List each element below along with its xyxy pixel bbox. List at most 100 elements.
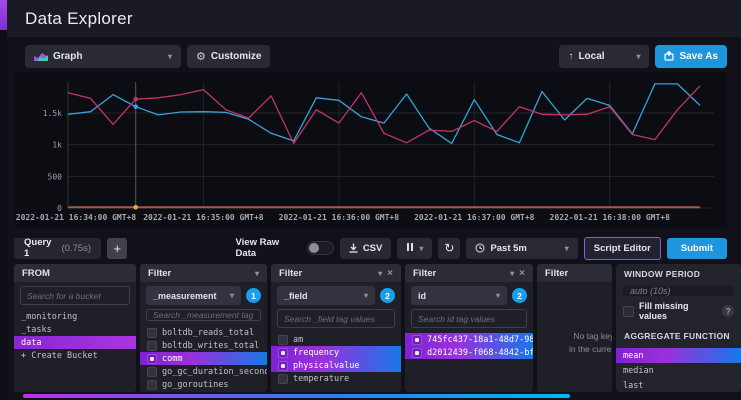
list-item[interactable]: _tasks <box>14 323 136 336</box>
close-icon[interactable]: × <box>387 268 393 279</box>
pause-button[interactable]: ▾ <box>397 238 432 259</box>
view-raw-data-toggle[interactable] <box>307 241 334 255</box>
csv-download-button[interactable]: CSV <box>340 238 392 259</box>
filter-panel-field: Filter ▾ × _field ▾ 2 amfrequencyphysica… <box>271 264 401 392</box>
chevron-down-icon: ▾ <box>565 244 569 253</box>
crosshair-dot-orange <box>133 205 138 210</box>
visualization-type-dropdown[interactable]: Graph ▾ <box>25 45 181 68</box>
list-item[interactable]: _monitoring <box>14 310 136 323</box>
list-item-label: d2012439-f068-4842-bfef-8… <box>427 348 533 358</box>
local-dropdown[interactable]: ↑ Local ▾ <box>559 45 649 68</box>
view-raw-data-label: View Raw Data <box>235 237 300 259</box>
gear-icon: ⚙ <box>196 50 206 63</box>
selected-count-badge: 2 <box>380 288 395 303</box>
list-item-label: go_goroutines <box>162 380 229 390</box>
list-item[interactable]: physicalvalue <box>271 359 401 372</box>
tag-key-label: _measurement <box>153 291 217 301</box>
help-icon[interactable]: ? <box>722 305 734 317</box>
checkbox[interactable] <box>147 354 157 364</box>
time-series-chart[interactable]: 05001k1.5k2022-01-21 16:34:00 GMT+82022-… <box>14 72 727 228</box>
checkbox[interactable] <box>412 348 422 358</box>
data-explorer-screen: Data Explorer Graph ▾ ⚙ Customize ↑ Loca… <box>0 0 741 400</box>
checkbox[interactable] <box>278 348 288 358</box>
bucket-search-input[interactable] <box>20 286 130 305</box>
refresh-button[interactable]: ↻ <box>438 238 460 259</box>
list-item[interactable]: mean <box>616 348 741 363</box>
list-item[interactable]: boltdb_reads_total <box>140 326 267 339</box>
filter-panel-header: Filter ▾ × <box>271 264 401 282</box>
close-icon[interactable]: × <box>519 268 525 279</box>
id-search-input[interactable] <box>411 309 527 328</box>
crosshair-dot-blue <box>133 104 138 109</box>
id-list: 745fc437-18a1-48d7-98a6-7… d2012439-f068-… <box>405 333 533 359</box>
time-range-dropdown[interactable]: Past 5m ▾ <box>466 238 577 259</box>
list-item[interactable]: data <box>14 336 136 349</box>
list-item[interactable]: d2012439-f068-4842-bfef-8… <box>405 346 533 359</box>
measurement-list: boltdb_reads_totalboltdb_writes_totalcom… <box>140 326 267 392</box>
filter-panel-empty: Filter No tag keys fou in the current ti… <box>537 264 612 392</box>
save-as-button[interactable]: Save As <box>655 45 727 68</box>
chevron-down-icon[interactable]: ▾ <box>378 269 382 278</box>
visualization-type-label: Graph <box>53 51 82 62</box>
crosshair-dot-pink <box>133 97 138 102</box>
fill-missing-checkbox[interactable] <box>623 306 634 317</box>
filter-title: Filter <box>279 268 302 279</box>
checkbox[interactable] <box>147 367 157 377</box>
checkbox[interactable] <box>412 335 422 345</box>
graph-icon <box>34 51 48 61</box>
window-period-value[interactable]: auto (10s) <box>623 286 734 296</box>
y-axis-label: 500 <box>48 172 63 181</box>
list-item[interactable]: + Create Bucket <box>14 349 136 362</box>
list-item[interactable]: frequency <box>271 346 401 359</box>
tag-key-dropdown[interactable]: _measurement ▾ <box>146 286 241 305</box>
list-item[interactable]: boltdb_writes_total <box>140 339 267 352</box>
list-item[interactable]: am <box>271 333 401 346</box>
refresh-icon: ↻ <box>444 241 454 255</box>
checkbox[interactable] <box>278 361 288 371</box>
fill-missing-label: Fill missing values <box>639 301 717 321</box>
save-as-label: Save As <box>679 51 718 62</box>
measurement-search-input[interactable] <box>146 309 261 321</box>
script-editor-button[interactable]: Script Editor <box>584 237 661 260</box>
y-axis-label: 1.5k <box>43 109 62 118</box>
horizontal-scrollbar[interactable] <box>23 394 570 398</box>
list-item[interactable]: comm <box>140 352 267 365</box>
left-scrollbar-thumb[interactable] <box>0 0 7 30</box>
query-bar: Query 1 (0.75s) + View Raw Data CSV ▾ ↻ <box>14 236 727 260</box>
list-item[interactable]: go_info <box>140 391 267 392</box>
submit-button[interactable]: Submit <box>667 238 727 259</box>
list-item-label: + Create Bucket <box>21 351 98 361</box>
list-item[interactable]: last <box>616 378 741 392</box>
checkbox[interactable] <box>147 380 157 390</box>
left-scrollbar-track[interactable] <box>0 0 7 400</box>
list-item-label: last <box>623 381 643 391</box>
query-tab[interactable]: Query 1 (0.75s) <box>14 238 101 259</box>
upload-arrow-icon: ↑ <box>568 51 573 62</box>
customize-button[interactable]: ⚙ Customize <box>187 45 270 68</box>
add-query-button[interactable]: + <box>107 238 127 259</box>
chevron-down-icon[interactable]: ▾ <box>255 269 259 278</box>
list-item[interactable]: 745fc437-18a1-48d7-98a6-7… <box>405 333 533 346</box>
list-item[interactable]: go_gc_duration_seconds <box>140 365 267 378</box>
field-search-input[interactable] <box>277 309 395 328</box>
checkbox[interactable] <box>278 335 288 345</box>
from-title: FROM <box>22 268 50 279</box>
checkbox[interactable] <box>147 341 157 351</box>
x-axis-label: 2022-01-21 16:34:00 GMT+8 <box>16 213 137 222</box>
checkbox[interactable] <box>147 328 157 338</box>
time-series-chart-panel: 05001k1.5k2022-01-21 16:34:00 GMT+82022-… <box>14 72 727 228</box>
list-item[interactable]: temperature <box>271 372 401 385</box>
list-item-label: data <box>21 338 41 348</box>
tag-key-dropdown[interactable]: id ▾ <box>411 286 507 305</box>
list-item[interactable]: median <box>616 363 741 378</box>
time-range-label: Past 5m <box>490 243 526 254</box>
list-item[interactable]: go_goroutines <box>140 378 267 391</box>
checkbox[interactable] <box>278 374 288 384</box>
empty-message-line: in the current time <box>543 343 612 356</box>
filter-panel-header: Filter <box>537 264 612 282</box>
chevron-down-icon[interactable]: ▾ <box>510 269 514 278</box>
tag-key-dropdown[interactable]: _field ▾ <box>277 286 375 305</box>
chevron-down-icon: ▾ <box>636 52 640 61</box>
from-panel: FROM _monitoring_tasksdata + Create Bucke… <box>14 264 136 392</box>
list-item-label: median <box>623 366 654 376</box>
